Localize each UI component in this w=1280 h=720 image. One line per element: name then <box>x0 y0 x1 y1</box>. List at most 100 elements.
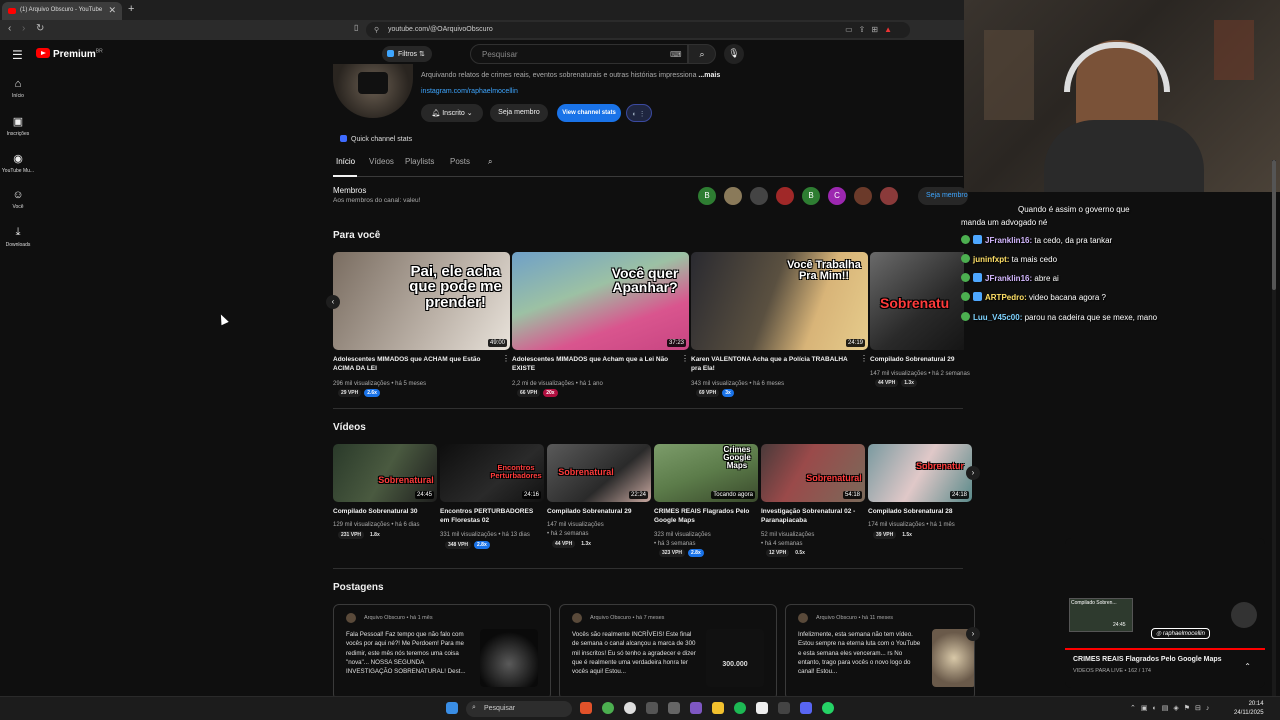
youtube-logo[interactable]: PremiumBR <box>36 48 103 60</box>
channel-avatar[interactable] <box>333 64 413 118</box>
brave-icon[interactable] <box>580 702 592 714</box>
video-thumbnail[interactable]: Você quer Apanhar? 37:23 <box>512 252 689 350</box>
member-avatar[interactable]: B <box>698 187 716 205</box>
video-title[interactable]: Compilado Sobrenatural 28 <box>868 507 968 516</box>
keyboard-icon[interactable]: ⌨ <box>670 50 682 59</box>
forward-icon[interactable]: › <box>22 23 25 34</box>
video-thumbnail[interactable]: Crimes Google Maps Tocando agora <box>654 444 758 502</box>
app-icon[interactable] <box>646 702 658 714</box>
community-post[interactable]: Arquivo Obscuro • há 1 mês Fala Pessoal!… <box>333 604 551 700</box>
more-options-icon[interactable]: ⋮ <box>860 354 868 363</box>
more-options-icon[interactable]: ⋮ <box>502 354 510 363</box>
post-image[interactable] <box>480 629 538 687</box>
tab-playlists[interactable]: Playlists <box>405 157 434 166</box>
clock[interactable]: 20:14 24/11/2025 <box>1234 700 1264 718</box>
video-thumbnail[interactable]: Sobrenatural 22:24 <box>547 444 651 502</box>
member-avatar[interactable]: C <box>828 187 846 205</box>
channel-description[interactable]: Arquivando relatos de crimes reais, even… <box>421 72 720 79</box>
reload-icon[interactable]: ↻ <box>36 23 44 34</box>
member-avatar[interactable] <box>724 187 742 205</box>
avatar <box>798 613 808 623</box>
windows-start-icon[interactable] <box>446 702 458 714</box>
subscribed-button[interactable]: 🔔︎ Inscrito ⌄ <box>421 104 483 122</box>
extension-icons[interactable]: ▭⇪⊞▲ <box>845 25 898 34</box>
voice-search-button[interactable]: 🎙 <box>724 44 744 64</box>
video-thumbnail[interactable]: Encontros Perturbadores 24:16 <box>440 444 544 502</box>
post-image[interactable]: 300.000 <box>706 629 764 687</box>
url-field[interactable]: ⚲ youtube.com/@OArquivoObscuro ▭⇪⊞▲ <box>366 22 910 38</box>
sidebar-item-home[interactable]: ⌂ Início <box>0 78 36 99</box>
spotify-icon[interactable] <box>734 702 746 714</box>
mini-player[interactable]: Compilado Sobren... 24:45 ◎ raphaelmocel… <box>1065 538 1265 688</box>
join-button[interactable]: Seja membro <box>490 104 548 122</box>
site-info-icon[interactable]: ⚲ <box>374 26 379 34</box>
community-post[interactable]: Arquivo Obscuro • há 7 meses Vocês são r… <box>559 604 777 700</box>
extension-menu-button[interactable]: ◐ ⋮ <box>626 104 652 122</box>
tab-posts[interactable]: Posts <box>450 157 470 166</box>
video-thumbnail[interactable]: Sobrenatural 54:18 <box>761 444 865 502</box>
video-thumbnail[interactable]: Sobrenatural 24:45 <box>333 444 437 502</box>
search-input[interactable]: Pesquisar <box>470 44 688 64</box>
scroll-left-button[interactable]: ‹ <box>326 295 340 309</box>
video-thumbnail[interactable]: Sobrenatur 24:18 <box>868 444 972 502</box>
browser-tab[interactable]: (1) Arquivo Obscuro - YouTube ✕ <box>2 2 122 20</box>
folder-icon[interactable] <box>712 702 724 714</box>
close-tab-icon[interactable]: ✕ <box>108 5 116 16</box>
video-title[interactable]: Compilado Sobrenatural 29 <box>547 507 647 516</box>
video-title[interactable]: Adolescentes MIMADOS que ACHAM que Estão… <box>333 355 493 374</box>
video-title[interactable]: CRIMES REAIS Flagrados Pelo Google Maps <box>654 507 754 526</box>
video-title[interactable]: Encontros PERTURBADORES em Florestas 02 <box>440 507 540 526</box>
mini-player-progress[interactable] <box>1065 648 1265 650</box>
tabs-divider <box>333 176 963 177</box>
system-tray[interactable]: ⌃▣◐▤◈⚑⊟♪ <box>1130 704 1214 712</box>
new-tab-icon[interactable]: + <box>128 3 134 15</box>
channel-search-icon[interactable]: ⌕ <box>488 157 492 167</box>
chrome-icon[interactable] <box>602 702 614 714</box>
scroll-right-button[interactable]: › <box>966 627 980 641</box>
sidebar-item-subscriptions[interactable]: ▣ Inscrições <box>0 115 36 137</box>
member-avatar[interactable] <box>750 187 768 205</box>
scroll-right-button[interactable]: › <box>966 466 980 480</box>
scrollbar-thumb[interactable] <box>1272 160 1276 290</box>
video-title[interactable]: Investigação Sobrenatural 02 - Paranapia… <box>761 507 861 526</box>
quick-channel-stats[interactable]: Quick channel stats <box>340 135 412 143</box>
sidebar-item-you[interactable]: ☺ Você <box>0 189 36 210</box>
video-thumbnail[interactable]: Você Trabalha Pra Mim!! 24:19 <box>691 252 868 350</box>
settings-icon[interactable] <box>624 702 636 714</box>
filters-button[interactable]: Filtros ⇅ <box>382 46 432 62</box>
discord-icon[interactable] <box>800 702 812 714</box>
bookmark-icon[interactable]: ▯ <box>354 23 358 32</box>
member-avatar[interactable]: B <box>802 187 820 205</box>
video-thumbnail[interactable]: Pai, ele acha que pode me prender! 49:00 <box>333 252 510 350</box>
more-options-icon[interactable]: ⋮ <box>681 354 689 363</box>
chevron-up-icon[interactable]: ⌃ <box>1244 662 1251 671</box>
app-icon[interactable] <box>690 702 702 714</box>
video-title[interactable]: Karen VALENTONA Acha que a Polícia TRABA… <box>691 355 851 374</box>
video-title[interactable]: Adolescentes MIMADOS que Acham que a Lei… <box>512 355 672 374</box>
mini-player-title[interactable]: CRIMES REAIS Flagrados Pelo Google Maps <box>1073 656 1222 663</box>
video-title[interactable]: Compilado Sobrenatural 29 <box>870 355 962 364</box>
sidebar-item-music[interactable]: ◉ YouTube Mu... <box>0 152 36 174</box>
member-avatar[interactable] <box>880 187 898 205</box>
sidebar-item-downloads[interactable]: ⤓ Downloads <box>0 226 36 248</box>
address-bar: ‹ › ↻ ▯ ⚲ youtube.com/@OArquivoObscuro ▭… <box>0 20 964 40</box>
chevron-right-icon: › <box>971 629 975 638</box>
tab-home[interactable]: Início <box>336 157 355 166</box>
webcam-overlay <box>964 0 1280 192</box>
app-icon[interactable] <box>778 702 790 714</box>
tab-videos[interactable]: Vídeos <box>369 157 394 166</box>
member-avatar[interactable] <box>854 187 872 205</box>
app-icon[interactable] <box>756 702 768 714</box>
back-icon[interactable]: ‹ <box>8 23 11 34</box>
member-avatar[interactable] <box>776 187 794 205</box>
music-icon: ◉ <box>13 153 23 165</box>
search-button[interactable]: ⌕ <box>688 44 716 64</box>
taskbar-search[interactable]: ⌕ Pesquisar <box>466 701 572 717</box>
app-icon[interactable] <box>668 702 680 714</box>
community-post[interactable]: Arquivo Obscuro • há 11 meses Infelizmen… <box>785 604 975 700</box>
view-channel-stats-button[interactable]: View channel stats <box>557 104 621 122</box>
whatsapp-icon[interactable] <box>822 702 834 714</box>
video-title[interactable]: Compilado Sobrenatural 30 <box>333 507 429 516</box>
video-thumbnail[interactable]: Sobrenatu <box>870 252 964 350</box>
channel-link[interactable]: instagram.com/raphaelmocellin <box>421 88 518 95</box>
